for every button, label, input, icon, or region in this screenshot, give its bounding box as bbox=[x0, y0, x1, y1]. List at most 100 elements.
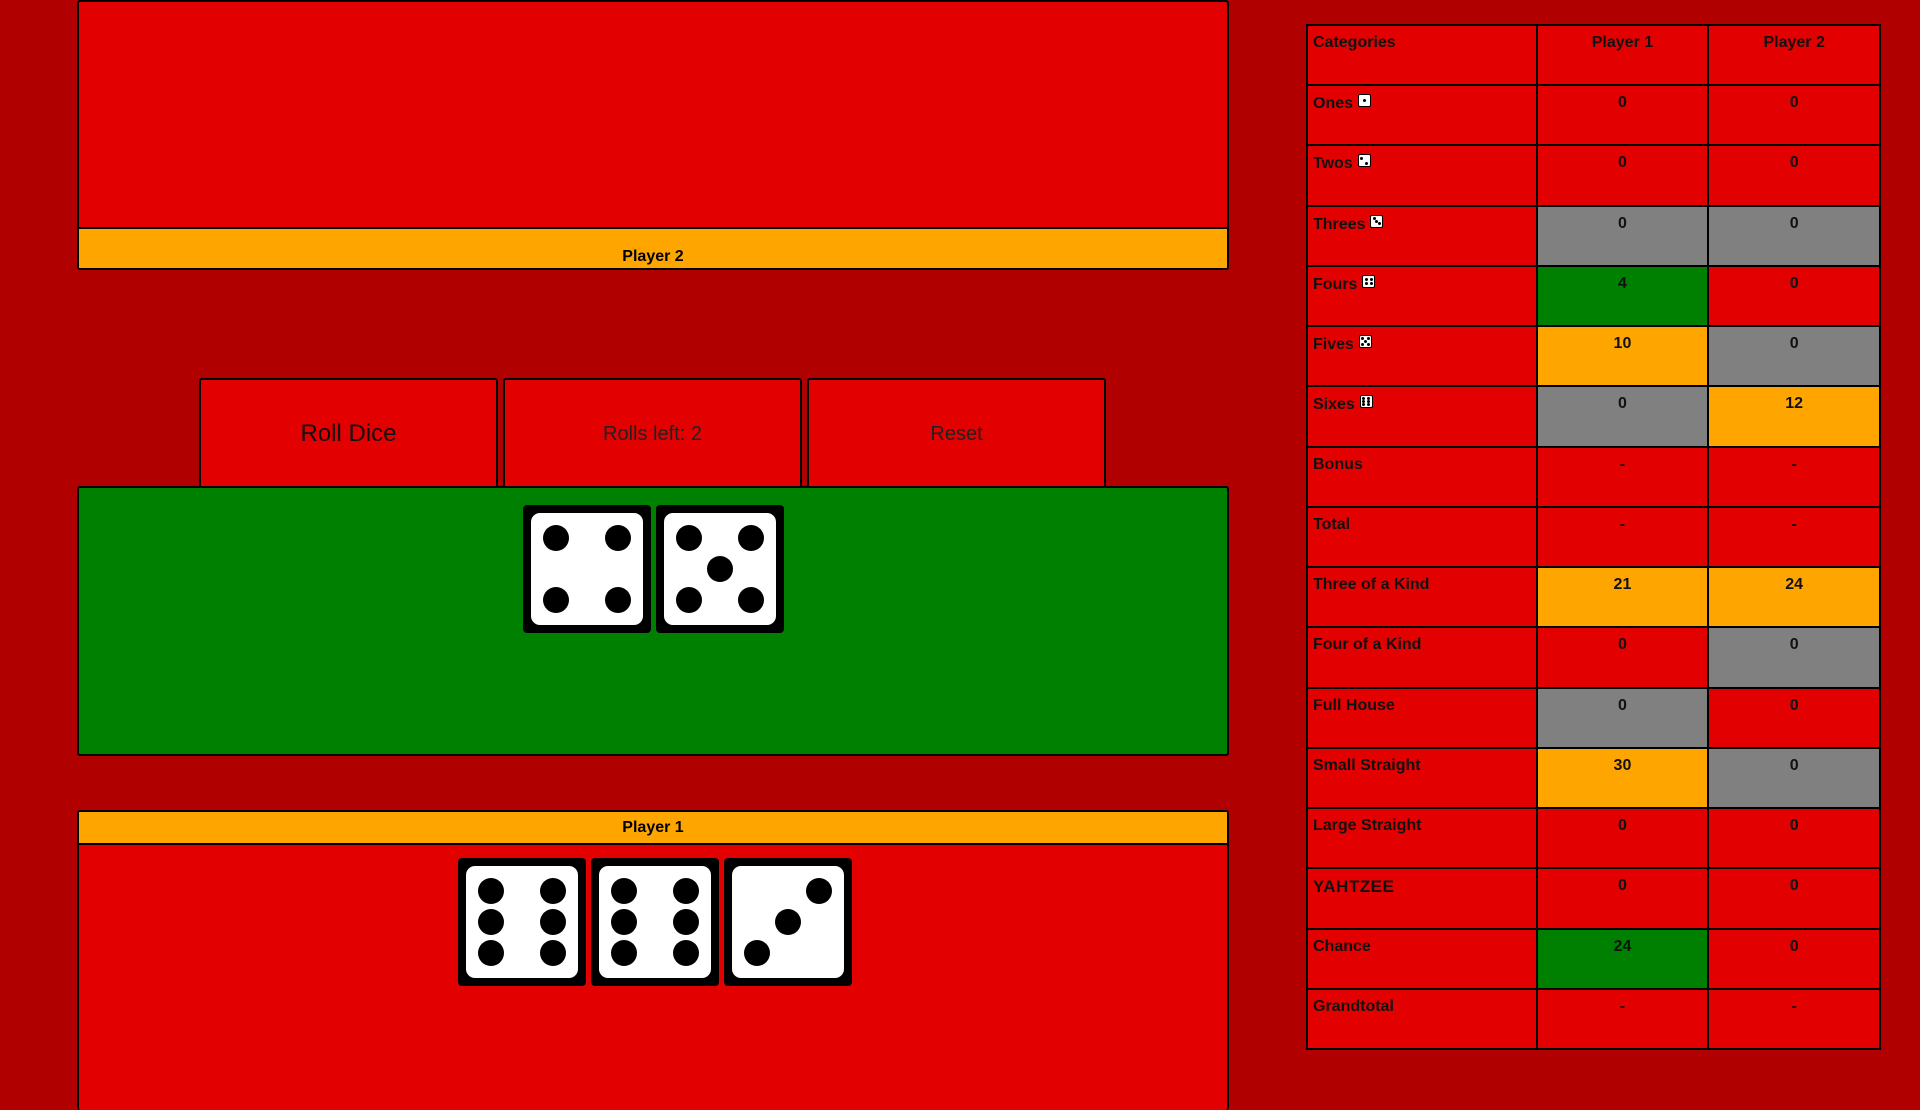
mini-pip bbox=[1359, 156, 1363, 160]
die-one-icon bbox=[1358, 94, 1372, 108]
score-cell-player-2[interactable]: 0 bbox=[1707, 927, 1881, 990]
die-pip bbox=[605, 524, 632, 551]
die-face bbox=[466, 866, 578, 978]
die-three-icon bbox=[1370, 214, 1384, 228]
score-cell-player-2[interactable]: 0 bbox=[1707, 807, 1881, 870]
score-row-bonus: Bonus - - bbox=[1306, 445, 1881, 508]
score-cell-player-1[interactable]: - bbox=[1535, 445, 1710, 508]
die-five-icon bbox=[1358, 335, 1372, 349]
die-pip bbox=[738, 524, 765, 551]
category-label: Grandtotal bbox=[1313, 997, 1394, 1015]
score-cell-player-2[interactable]: 0 bbox=[1707, 867, 1881, 930]
category-label: Twos bbox=[1313, 155, 1353, 173]
category-cell: Total bbox=[1306, 505, 1538, 569]
score-cell-player-2[interactable]: 0 bbox=[1707, 204, 1881, 267]
category-cell: Threes bbox=[1306, 204, 1538, 267]
category-cell: Sixes bbox=[1306, 385, 1538, 448]
score-cell-player-1[interactable]: 4 bbox=[1535, 264, 1710, 328]
category-cell: YAHTZEE bbox=[1306, 867, 1538, 930]
score-row-yahtzee: YAHTZEE 0 0 bbox=[1306, 867, 1881, 930]
score-cell-player-1[interactable]: 21 bbox=[1535, 566, 1710, 629]
score-cell-player-2[interactable]: 0 bbox=[1707, 746, 1881, 810]
score-cell-player-1[interactable]: 0 bbox=[1535, 686, 1710, 749]
score-cell-player-1[interactable]: 0 bbox=[1535, 626, 1710, 689]
roll-dice-button[interactable]: Roll Dice bbox=[199, 378, 498, 488]
score-cell-player-1[interactable]: 0 bbox=[1535, 144, 1710, 207]
rolls-left-indicator: Rolls left: 2 bbox=[503, 378, 802, 488]
die-pip bbox=[477, 909, 504, 935]
score-cell-player-2[interactable]: 0 bbox=[1707, 144, 1881, 207]
board-die-2[interactable] bbox=[656, 505, 784, 633]
die-pip bbox=[673, 877, 700, 904]
board-die-1[interactable] bbox=[523, 505, 651, 633]
die-pip bbox=[540, 877, 567, 904]
category-cell: Twos bbox=[1306, 144, 1538, 207]
mini-pip bbox=[1378, 222, 1382, 226]
score-cell-player-2[interactable]: - bbox=[1707, 445, 1881, 508]
score-cell-player-1[interactable]: 0 bbox=[1535, 867, 1710, 930]
category-label: Full House bbox=[1313, 696, 1395, 714]
category-cell: Four of a Kind bbox=[1306, 626, 1538, 689]
category-cell: Three of a Kind bbox=[1306, 566, 1538, 629]
score-cell-player-2[interactable]: 0 bbox=[1707, 325, 1881, 388]
player-2-area: Player 2 bbox=[77, 0, 1229, 270]
die-pip bbox=[540, 909, 567, 935]
die-pip bbox=[542, 587, 569, 614]
score-cell-player-1[interactable]: 24 bbox=[1535, 927, 1710, 990]
score-row-chance: Chance 24 0 bbox=[1306, 927, 1881, 990]
die-pip bbox=[738, 587, 765, 614]
die-pip bbox=[707, 556, 733, 582]
category-label: Small Straight bbox=[1313, 756, 1421, 774]
score-cell-player-1[interactable]: 0 bbox=[1535, 807, 1710, 870]
category-cell: Chance bbox=[1306, 927, 1538, 990]
category-cell: Small Straight bbox=[1306, 746, 1538, 810]
score-row-fours: Fours 4 0 bbox=[1306, 264, 1881, 328]
scorecard-table: Categories Player 1 Player 2 Ones 0 0 Twos 0 0 Th… bbox=[1306, 23, 1881, 1051]
mini-pip bbox=[1362, 403, 1366, 407]
die-pip bbox=[610, 940, 637, 967]
score-row-three-of-a-kind: Three of a Kind 21 24 bbox=[1306, 566, 1881, 629]
die-pip bbox=[675, 587, 702, 614]
die-face bbox=[599, 866, 711, 978]
score-cell-player-1[interactable]: 0 bbox=[1535, 204, 1710, 267]
category-label: Total bbox=[1313, 515, 1351, 533]
score-cell-player-1[interactable]: 30 bbox=[1535, 746, 1710, 810]
category-label: Bonus bbox=[1313, 455, 1363, 473]
mini-pip bbox=[1369, 277, 1373, 281]
category-cell: Ones bbox=[1306, 84, 1538, 147]
score-cell-player-2[interactable]: 12 bbox=[1707, 385, 1881, 448]
category-label: Sixes bbox=[1313, 396, 1355, 414]
category-cell: Bonus bbox=[1306, 445, 1538, 508]
score-cell-player-2[interactable]: 0 bbox=[1707, 626, 1881, 689]
die-two-icon bbox=[1357, 154, 1371, 168]
die-pip bbox=[675, 524, 702, 551]
die-six-icon bbox=[1359, 395, 1373, 409]
die-pip bbox=[673, 940, 700, 967]
score-cell-player-2[interactable]: 0 bbox=[1707, 686, 1881, 749]
score-cell-player-2[interactable]: 24 bbox=[1707, 566, 1881, 629]
category-cell: Fours bbox=[1306, 264, 1538, 328]
score-cell-player-2[interactable]: 0 bbox=[1707, 264, 1881, 328]
die-pip bbox=[806, 877, 833, 904]
score-cell-player-2[interactable]: - bbox=[1707, 987, 1881, 1051]
player-1-held-die-2[interactable] bbox=[591, 858, 719, 986]
score-cell-player-2[interactable]: 0 bbox=[1707, 84, 1881, 147]
category-label: Four of a Kind bbox=[1313, 636, 1422, 654]
player-1-label: Player 1 bbox=[79, 812, 1227, 845]
score-cell-player-1[interactable]: - bbox=[1535, 505, 1710, 569]
score-cell-player-2[interactable]: - bbox=[1707, 505, 1881, 569]
score-cell-player-1[interactable]: - bbox=[1535, 987, 1710, 1051]
score-cell-player-1[interactable]: 0 bbox=[1535, 385, 1710, 448]
player-1-held-die-3[interactable] bbox=[724, 858, 852, 986]
reset-button[interactable]: Reset bbox=[807, 378, 1106, 488]
player-1-held-die-1[interactable] bbox=[458, 858, 586, 986]
score-row-threes: Threes 0 0 bbox=[1306, 204, 1881, 267]
score-cell-player-1[interactable]: 10 bbox=[1535, 325, 1710, 388]
category-label: Three of a Kind bbox=[1313, 576, 1430, 594]
score-row-small-straight: Small Straight 30 0 bbox=[1306, 746, 1881, 810]
score-cell-player-1[interactable]: 0 bbox=[1535, 84, 1710, 147]
mini-pip bbox=[1366, 342, 1370, 346]
score-row-large-straight: Large Straight 0 0 bbox=[1306, 807, 1881, 870]
header-categories: Categories bbox=[1306, 23, 1538, 87]
score-row-total: Total - - bbox=[1306, 505, 1881, 569]
